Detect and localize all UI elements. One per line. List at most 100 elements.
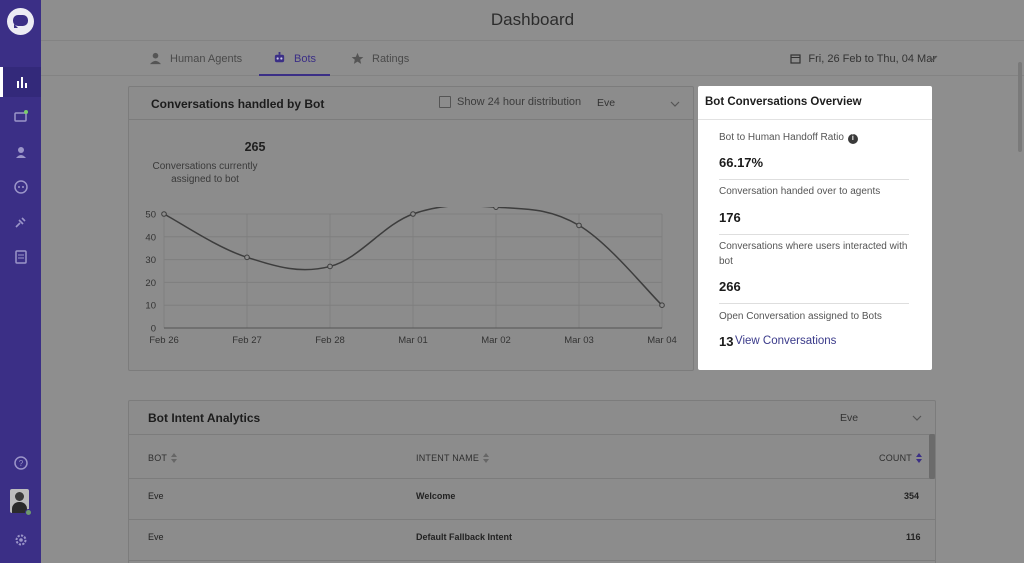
- data-point: [327, 263, 333, 270]
- y-tick-label: 0: [151, 324, 156, 335]
- tab-human-agents[interactable]: Human Agents: [149, 41, 242, 76]
- handoff-ratio-value: 66.17%: [719, 155, 764, 170]
- column-header-intent-name[interactable]: INTENT NAME: [416, 453, 490, 463]
- x-tick-label: Mar 01: [398, 335, 428, 346]
- divider: [698, 119, 932, 120]
- svg-text:?: ?: [18, 459, 23, 468]
- data-point: [161, 211, 167, 217]
- tab-bots[interactable]: Bots: [258, 41, 331, 76]
- data-point: [576, 222, 582, 229]
- conversations-icon: [13, 110, 28, 122]
- data-point: [493, 207, 499, 210]
- bot-intent-analytics-card: Bot Intent Analytics Eve BOT INTENT NAME…: [128, 400, 936, 563]
- overview-title: Bot Conversations Overview: [705, 96, 862, 108]
- y-tick-label: 20: [145, 278, 156, 289]
- data-point: [659, 302, 665, 308]
- cell-count: 354: [904, 491, 920, 501]
- sidebar-item-reports[interactable]: [0, 242, 41, 272]
- card-header: Bot Intent Analytics Eve: [129, 401, 935, 435]
- sidebar-item-bots[interactable]: [0, 172, 41, 202]
- star-icon: [351, 52, 364, 64]
- column-label: COUNT: [879, 453, 912, 463]
- cell-bot: Eve: [148, 532, 164, 542]
- column-label: INTENT NAME: [416, 453, 480, 463]
- table-scrollbar[interactable]: [929, 434, 935, 479]
- distribution-toggle[interactable]: Show 24 hour distribution: [439, 96, 581, 108]
- chevron-down-icon[interactable]: [912, 413, 922, 423]
- column-label: BOT: [148, 453, 168, 463]
- bot-icon: [274, 52, 285, 63]
- y-tick-label: 40: [145, 232, 156, 243]
- cell-count: 116: [906, 532, 921, 542]
- bar-chart-icon: [17, 77, 27, 88]
- plug-icon: [14, 217, 26, 228]
- date-range-picker[interactable]: Fri, 26 Feb to Thu, 04 Mar: [790, 41, 936, 76]
- interacted-value: 266: [719, 279, 741, 294]
- chart-card-title: Conversations handled by Bot: [151, 97, 325, 111]
- tab-bar: Human Agents Bots Ratings Fri, 26 Feb to…: [41, 41, 1024, 76]
- sidebar-item-users[interactable]: [0, 137, 41, 167]
- open-conversations-label: Open Conversation assigned to Bots: [719, 311, 882, 322]
- interacted-label: Conversations where users interacted wit…: [719, 241, 908, 267]
- sidebar-item-integrations[interactable]: [0, 207, 41, 237]
- y-tick-label: 30: [145, 255, 156, 266]
- x-tick-label: Feb 27: [232, 335, 262, 346]
- divider: [719, 234, 909, 235]
- chevron-down-icon[interactable]: [670, 99, 680, 109]
- column-header-bot[interactable]: BOT: [148, 453, 178, 463]
- y-tick-label: 50: [145, 210, 156, 221]
- x-tick-label: Mar 02: [481, 335, 511, 346]
- x-tick-label: Mar 03: [564, 335, 594, 346]
- chevron-down-icon[interactable]: [928, 53, 938, 63]
- sidebar-item-settings[interactable]: [0, 525, 41, 555]
- tab-ratings[interactable]: Ratings: [351, 41, 409, 76]
- open-conversations-value: 13: [719, 334, 734, 349]
- app-logo-icon[interactable]: [7, 8, 34, 35]
- tab-label: Human Agents: [170, 52, 243, 65]
- divider: [719, 179, 909, 180]
- sidebar-item-conversations[interactable]: [0, 102, 41, 132]
- users-icon: [15, 147, 26, 158]
- data-point: [410, 211, 416, 217]
- handed-over-value: 176: [719, 210, 741, 225]
- cell-intent: Welcome: [416, 491, 456, 501]
- x-tick-label: Feb 26: [149, 335, 179, 346]
- cell-bot: Eve: [148, 491, 164, 501]
- divider: [129, 560, 935, 561]
- line-chart: 0 10 20 30 40 50 Feb 26 Feb 27 Feb 28 Mar 01 Mar 0…: [145, 207, 677, 346]
- help-icon: ?: [13, 456, 28, 470]
- y-tick-label: 10: [145, 301, 156, 312]
- handed-over-label: Conversation handed over to agents: [719, 186, 881, 197]
- bot-select[interactable]: Eve: [597, 97, 615, 109]
- intent-card-title: Bot Intent Analytics: [148, 411, 261, 425]
- info-icon[interactable]: i: [847, 134, 858, 144]
- sidebar-item-analytics[interactable]: [0, 67, 41, 97]
- online-status-icon: [25, 509, 32, 516]
- sidebar-item-help[interactable]: ?: [0, 448, 41, 478]
- divider: [129, 478, 935, 479]
- tab-label: Bots: [294, 52, 317, 65]
- bot-select[interactable]: Eve: [840, 412, 858, 424]
- x-tick-label: Feb 28: [315, 335, 345, 346]
- gear-icon: [15, 534, 26, 546]
- divider: [129, 519, 935, 520]
- bot-conversations-chart-card: Conversations handled by Bot Show 24 hou…: [128, 86, 694, 371]
- sidebar: ?: [0, 0, 41, 563]
- x-tick-label: Mar 04: [647, 335, 677, 346]
- view-conversations-link[interactable]: View Conversations: [735, 335, 836, 347]
- bot-icon: [13, 180, 28, 194]
- card-header: Conversations handled by Bot Show 24 hou…: [129, 87, 693, 120]
- checkbox[interactable]: [439, 96, 451, 108]
- page-title: Dashboard: [490, 10, 575, 29]
- bot-overview-card: Bot Conversations Overview Bot to Human …: [698, 86, 932, 370]
- handoff-ratio-text: Bot to Human Handoff Ratio: [719, 132, 844, 143]
- handoff-ratio-label: Bot to Human Handoff Ratio i: [719, 130, 914, 145]
- sort-desc-icon: [916, 453, 922, 463]
- calendar-icon: [790, 54, 802, 64]
- page-header: Dashboard: [41, 0, 1024, 41]
- column-header-count[interactable]: COUNT: [879, 453, 922, 463]
- page-scrollbar[interactable]: [1018, 62, 1022, 152]
- report-icon: [14, 250, 27, 264]
- tab-label: Ratings: [372, 52, 410, 65]
- kpi-label: Conversations currently assigned to bot: [152, 161, 258, 185]
